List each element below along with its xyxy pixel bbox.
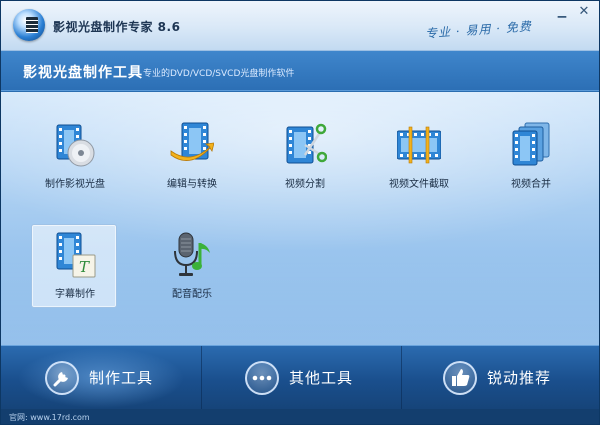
film-stack-icon bbox=[512, 122, 550, 166]
film-strip-icon bbox=[397, 126, 441, 164]
window-title: 影视光盘制作专家 8.6 bbox=[53, 20, 181, 34]
nav-tab-label: 制作工具 bbox=[89, 369, 154, 387]
thumbs-up-icon bbox=[443, 361, 477, 395]
section-title: 影视光盘制作工具 bbox=[23, 65, 143, 81]
nav-tab-recommend[interactable]: 锐动推荐 bbox=[401, 346, 599, 410]
tool-clip-video[interactable]: 视频文件截取 bbox=[375, 114, 461, 198]
tool-label: 配音配乐 bbox=[172, 289, 212, 300]
app-window: 影视光盘制作专家 8.6 专业 · 易用 · 免费 ▁ ✕ 影视光盘制作工具 专… bbox=[0, 0, 600, 425]
tool-dubbing-music[interactable]: 配音配乐 bbox=[148, 224, 234, 308]
tool-edit-convert[interactable]: 编辑与转换 bbox=[148, 114, 234, 198]
film-disc-icon bbox=[56, 124, 95, 167]
tool-label: 字幕制作 bbox=[55, 289, 95, 300]
more-dots-icon bbox=[245, 361, 279, 395]
nav-tab-make-tools[interactable]: 制作工具 bbox=[1, 346, 201, 410]
tool-panel: 制作影视光盘 编辑与转换 视频分割 视频文件截取 视频合并 T 字幕制作 配音配… bbox=[1, 92, 599, 345]
tool-subtitle[interactable]: T 字幕制作 bbox=[31, 224, 117, 308]
slogan: 专业 · 易用 · 免费 bbox=[424, 19, 533, 41]
nav-tab-label: 其他工具 bbox=[289, 369, 354, 387]
nav-tab-label: 锐动推荐 bbox=[487, 369, 552, 387]
svg-text:T: T bbox=[79, 258, 90, 276]
website-link[interactable]: 官网: www.17rd.com bbox=[9, 412, 90, 423]
tool-label: 编辑与转换 bbox=[167, 179, 217, 190]
tool-label: 视频分割 bbox=[285, 179, 325, 190]
status-bar: 官网: www.17rd.com bbox=[1, 409, 599, 424]
film-arrow-icon bbox=[170, 122, 214, 161]
bottom-nav: 制作工具 其他工具 锐动推荐 bbox=[1, 345, 599, 410]
tool-label: 视频合并 bbox=[511, 179, 551, 190]
nav-tab-other-tools[interactable]: 其他工具 bbox=[201, 346, 401, 410]
tool-make-disc[interactable]: 制作影视光盘 bbox=[31, 114, 117, 198]
tool-split-video[interactable]: 视频分割 bbox=[261, 114, 347, 198]
section-header: 影视光盘制作工具 专业的DVD/VCD/SVCD光盘制作软件 bbox=[1, 51, 599, 91]
film-text-icon: T bbox=[56, 232, 96, 278]
microphone-music-icon bbox=[174, 232, 210, 276]
tool-label: 制作影视光盘 bbox=[45, 179, 105, 190]
app-logo-icon bbox=[13, 9, 45, 41]
tool-merge-video[interactable]: 视频合并 bbox=[487, 114, 573, 198]
tool-label: 视频文件截取 bbox=[389, 179, 449, 190]
close-button[interactable]: ✕ bbox=[575, 5, 593, 19]
film-scissors-icon bbox=[286, 123, 327, 164]
minimize-button[interactable]: ▁ bbox=[553, 5, 571, 19]
wrench-icon bbox=[45, 361, 79, 395]
section-subtitle: 专业的DVD/VCD/SVCD光盘制作软件 bbox=[143, 69, 295, 79]
title-bar[interactable]: 影视光盘制作专家 8.6 专业 · 易用 · 免费 ▁ ✕ bbox=[1, 1, 599, 51]
